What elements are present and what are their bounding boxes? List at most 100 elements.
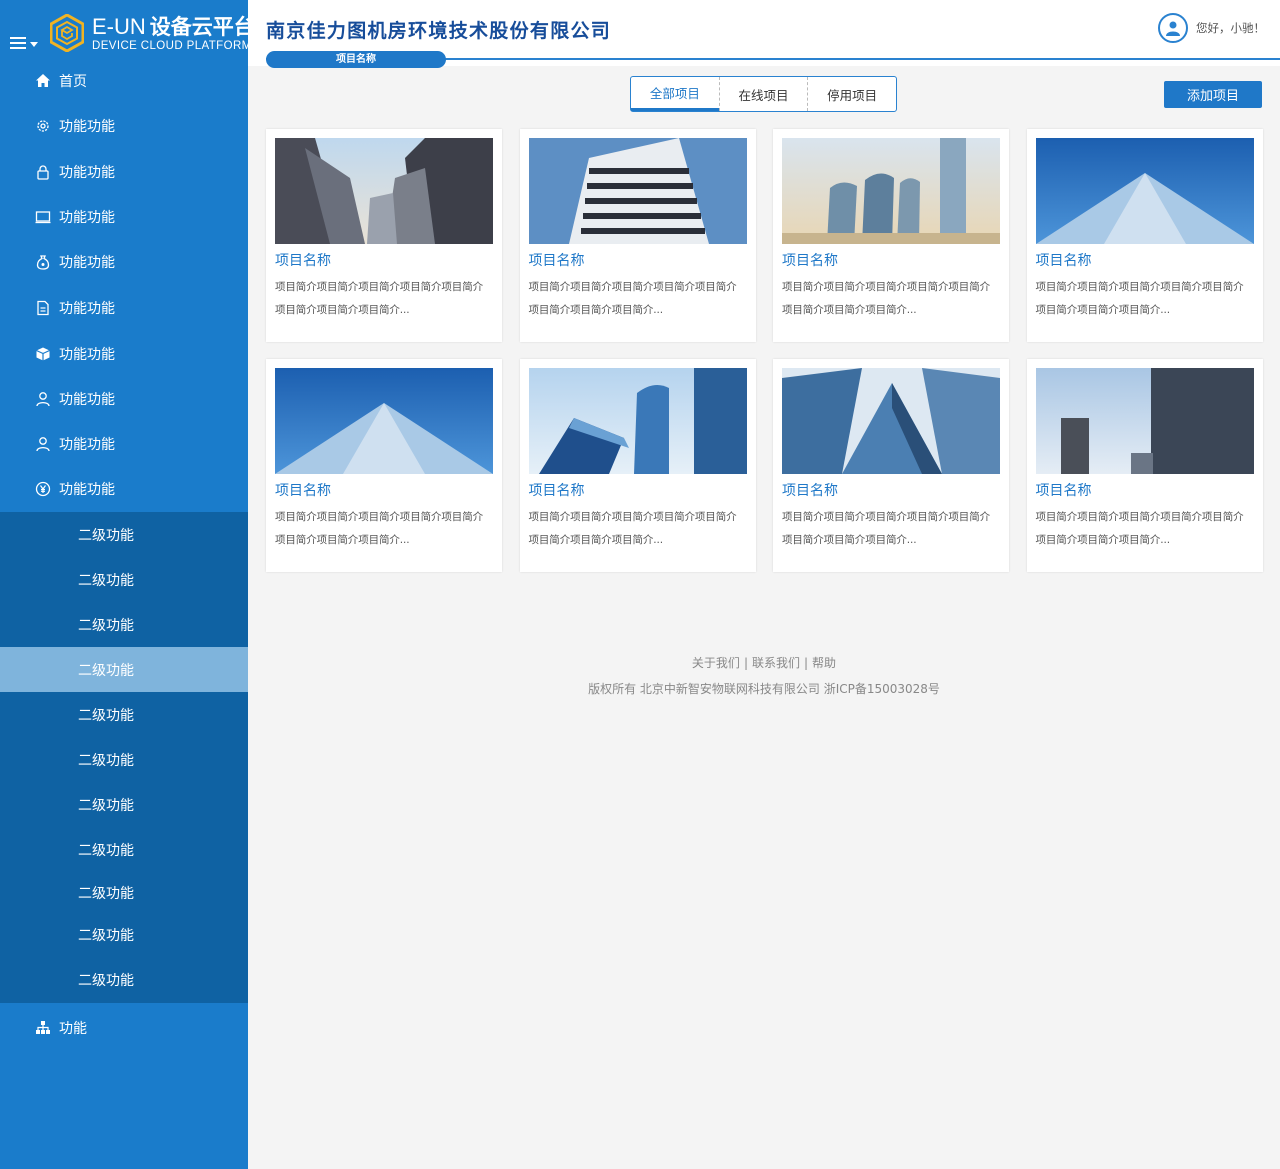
footer-copyright: 版权所有 北京中新智安物联网科技有限公司 浙ICP备15003028号 bbox=[588, 682, 940, 696]
project-desc: 项目简介项目简介项目简介项目简介项目简介 项目简介项目简介项目简介... bbox=[275, 281, 483, 316]
box-icon bbox=[35, 346, 51, 362]
yen-icon bbox=[35, 481, 51, 497]
project-card[interactable]: 项目名称 项目简介项目简介项目简介项目简介项目简介 项目简介项目简介项目简介... bbox=[519, 359, 756, 572]
hamburger-icon bbox=[10, 37, 26, 51]
user-icon bbox=[35, 391, 51, 407]
avatar[interactable] bbox=[1158, 13, 1188, 43]
sub-item[interactable]: 二级功能 bbox=[0, 872, 248, 914]
company-name: 南京佳力图机房环境技术股份有限公司 bbox=[266, 20, 612, 42]
sub-item[interactable]: 二级功能 bbox=[0, 827, 248, 872]
logo-en: E-UN bbox=[92, 14, 146, 39]
footer-separator: | bbox=[743, 656, 748, 670]
sub-item-active[interactable]: 二级功能 bbox=[0, 647, 248, 692]
nav-item-5[interactable]: 功能功能 bbox=[0, 284, 248, 331]
project-card[interactable]: 项目名称 项目简介项目简介项目简介项目简介项目简介 项目简介项目简介项目简介... bbox=[773, 129, 1009, 342]
project-grid: 项目名称 项目简介项目简介项目简介项目简介项目简介 项目简介项目简介项目简介...… bbox=[266, 129, 1263, 572]
brand: E-UN 设备云平台 DEVICE CLOUD PLATFORM bbox=[0, 0, 255, 66]
tab-all-projects[interactable]: 全部项目 bbox=[631, 77, 719, 111]
nav-item-3[interactable]: 功能功能 bbox=[0, 194, 248, 239]
nav-item-label: 功能功能 bbox=[59, 300, 115, 317]
project-name: 项目名称 bbox=[528, 483, 585, 499]
nav-item-label: 功能功能 bbox=[59, 119, 115, 135]
project-card[interactable]: 项目名称 项目简介项目简介项目简介项目简介项目简介 项目简介项目简介项目简介... bbox=[519, 129, 756, 342]
project-image bbox=[782, 138, 1000, 244]
add-project-button[interactable]: 添加项目 bbox=[1164, 81, 1262, 108]
project-image bbox=[1035, 368, 1254, 474]
logo-tagline: DEVICE CLOUD PLATFORM bbox=[92, 40, 252, 52]
project-name: 项目名称 bbox=[275, 253, 331, 269]
lock-icon bbox=[35, 164, 51, 180]
project-image bbox=[528, 138, 747, 244]
footer-contact-link[interactable]: 联系我们 bbox=[752, 656, 800, 670]
sub-menu: 二级功能 二级功能 二级功能 二级功能 二级功能 二级功能 二级功能 二级功能 … bbox=[0, 512, 248, 1003]
nav-item-label: 功能功能 bbox=[59, 346, 115, 363]
sub-item[interactable]: 二级功能 bbox=[0, 602, 248, 647]
project-card[interactable]: 项目名称 项目简介项目简介项目简介项目简介项目简介 项目简介项目简介项目简介... bbox=[266, 129, 502, 342]
nav-item-label: 功能 bbox=[59, 1021, 87, 1037]
side-nav: 首页 功能功能 功能功能 功能功能 功能功能 功能功能 功能功能 功能功能 功能… bbox=[0, 58, 248, 1053]
project-name: 项目名称 bbox=[528, 253, 585, 269]
greeting: 您好，小驰！ bbox=[1196, 21, 1265, 35]
project-card[interactable]: 项目名称 项目简介项目简介项目简介项目简介项目简介 项目简介项目简介项目简介... bbox=[266, 359, 502, 572]
nav-item-6[interactable]: 功能功能 bbox=[0, 331, 248, 376]
caret-down-icon bbox=[30, 42, 38, 47]
project-card[interactable]: 项目名称 项目简介项目简介项目简介项目简介项目简介 项目简介项目简介项目简介... bbox=[1026, 129, 1263, 342]
nav-item-label: 功能功能 bbox=[59, 209, 115, 226]
gear-icon bbox=[35, 118, 51, 134]
sub-item[interactable]: 二级功能 bbox=[0, 557, 248, 602]
project-image bbox=[275, 138, 493, 244]
tab-disabled-projects[interactable]: 停用项目 bbox=[807, 77, 896, 111]
nav-item-last[interactable]: 功能 bbox=[0, 1003, 248, 1053]
document-icon bbox=[35, 300, 51, 316]
footer-separator: | bbox=[804, 656, 809, 670]
project-name: 项目名称 bbox=[1035, 483, 1092, 499]
project-desc: 项目简介项目简介项目简介项目简介项目简介 项目简介项目简介项目简介... bbox=[275, 511, 483, 546]
project-name: 项目名称 bbox=[782, 483, 838, 499]
project-desc: 项目简介项目简介项目简介项目简介项目简介 项目简介项目简介项目简介... bbox=[782, 281, 990, 316]
monitor-icon bbox=[35, 209, 51, 225]
project-image bbox=[528, 368, 747, 474]
user-info[interactable]: 您好，小驰！ bbox=[1158, 13, 1265, 43]
project-desc: 项目简介项目简介项目简介项目简介项目简介 项目简介项目简介项目简介... bbox=[528, 511, 737, 546]
nav-item-9[interactable]: 功能功能 bbox=[0, 466, 248, 512]
project-desc: 项目简介项目简介项目简介项目简介项目简介 项目简介项目简介项目简介... bbox=[1035, 281, 1244, 316]
project-desc: 项目简介项目简介项目简介项目简介项目简介 项目简介项目简介项目简介... bbox=[782, 511, 990, 546]
sub-item[interactable]: 二级功能 bbox=[0, 956, 248, 1003]
project-filter-tabs: 全部项目 在线项目 停用项目 bbox=[630, 76, 897, 112]
logo-icon bbox=[50, 14, 84, 52]
sub-item[interactable]: 二级功能 bbox=[0, 737, 248, 782]
sitemap-icon bbox=[35, 1020, 51, 1036]
menu-toggle-button[interactable] bbox=[10, 37, 40, 55]
project-name: 项目名称 bbox=[275, 483, 331, 499]
nav-item-home[interactable]: 首页 bbox=[0, 58, 248, 103]
project-name: 项目名称 bbox=[1035, 253, 1092, 269]
project-image bbox=[782, 368, 1000, 474]
project-name: 项目名称 bbox=[782, 253, 838, 269]
sub-item[interactable]: 二级功能 bbox=[0, 692, 248, 737]
nav-item-4[interactable]: 功能功能 bbox=[0, 239, 248, 284]
nav-item-2[interactable]: 功能功能 bbox=[0, 149, 248, 194]
project-image bbox=[1035, 138, 1254, 244]
sub-item[interactable]: 二级功能 bbox=[0, 512, 248, 557]
project-desc: 项目简介项目简介项目简介项目简介项目简介 项目简介项目简介项目简介... bbox=[528, 281, 737, 316]
breadcrumb: 项目名称 bbox=[266, 51, 446, 68]
project-image bbox=[275, 368, 493, 474]
project-card[interactable]: 项目名称 项目简介项目简介项目简介项目简介项目简介 项目简介项目简介项目简介... bbox=[1026, 359, 1263, 572]
logo-text: E-UN 设备云平台 DEVICE CLOUD PLATFORM bbox=[92, 15, 255, 53]
sub-item[interactable]: 二级功能 bbox=[0, 782, 248, 827]
money-bag-icon bbox=[35, 254, 51, 270]
nav-item-8[interactable]: 功能功能 bbox=[0, 421, 248, 466]
footer-help-link[interactable]: 帮助 bbox=[812, 656, 836, 670]
nav-item-1[interactable]: 功能功能 bbox=[0, 103, 248, 149]
sidebar: E-UN 设备云平台 DEVICE CLOUD PLATFORM 首页 功能功能 … bbox=[0, 0, 255, 1169]
footer-about-link[interactable]: 关于我们 bbox=[692, 656, 740, 670]
project-card[interactable]: 项目名称 项目简介项目简介项目简介项目简介项目简介 项目简介项目简介项目简介... bbox=[773, 359, 1009, 572]
nav-item-7[interactable]: 功能功能 bbox=[0, 376, 248, 421]
user-icon bbox=[35, 436, 51, 452]
sub-item[interactable]: 二级功能 bbox=[0, 914, 248, 956]
tab-online-projects[interactable]: 在线项目 bbox=[718, 77, 808, 111]
logo-cn: 设备云平台 bbox=[149, 15, 255, 39]
footer-links: 关于我们 | 联系我们 | 帮助 bbox=[248, 654, 1280, 671]
user-avatar-icon bbox=[1166, 21, 1180, 36]
nav-item-label: 首页 bbox=[59, 73, 87, 90]
